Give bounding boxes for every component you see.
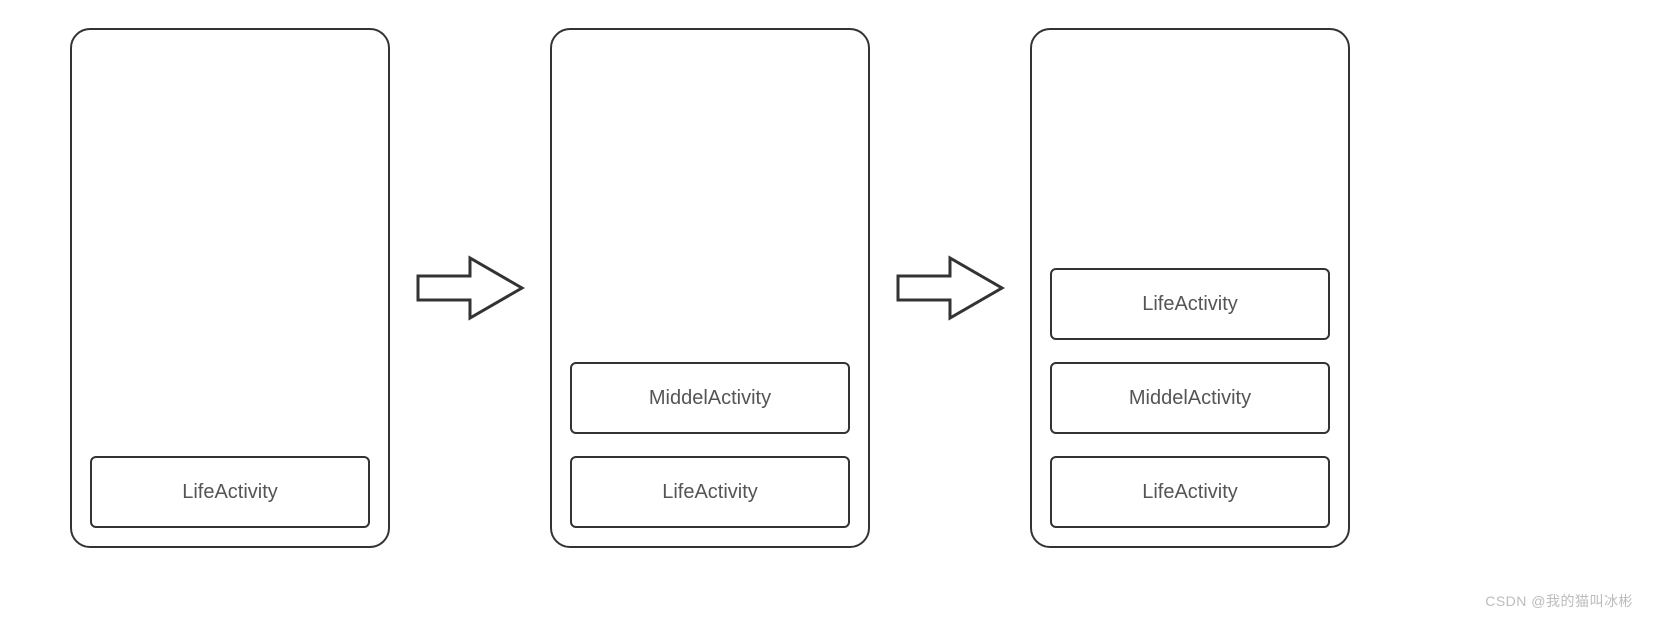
activity-item: LifeActivity bbox=[570, 456, 850, 528]
arrow-icon bbox=[410, 248, 530, 328]
activity-stack-2: MiddelActivity LifeActivity bbox=[550, 28, 870, 548]
arrow-icon bbox=[890, 248, 1010, 328]
activity-item: MiddelActivity bbox=[1050, 362, 1330, 434]
activity-item: LifeActivity bbox=[1050, 456, 1330, 528]
activity-item: LifeActivity bbox=[90, 456, 370, 528]
activity-stack-3: LifeActivity MiddelActivity LifeActivity bbox=[1030, 28, 1350, 548]
activity-item: LifeActivity bbox=[1050, 268, 1330, 340]
watermark-text: CSDN @我的猫叫冰彬 bbox=[1485, 591, 1633, 611]
diagram-container: LifeActivity MiddelActivity LifeActivity… bbox=[0, 0, 1653, 576]
activity-item: MiddelActivity bbox=[570, 362, 850, 434]
activity-stack-1: LifeActivity bbox=[70, 28, 390, 548]
